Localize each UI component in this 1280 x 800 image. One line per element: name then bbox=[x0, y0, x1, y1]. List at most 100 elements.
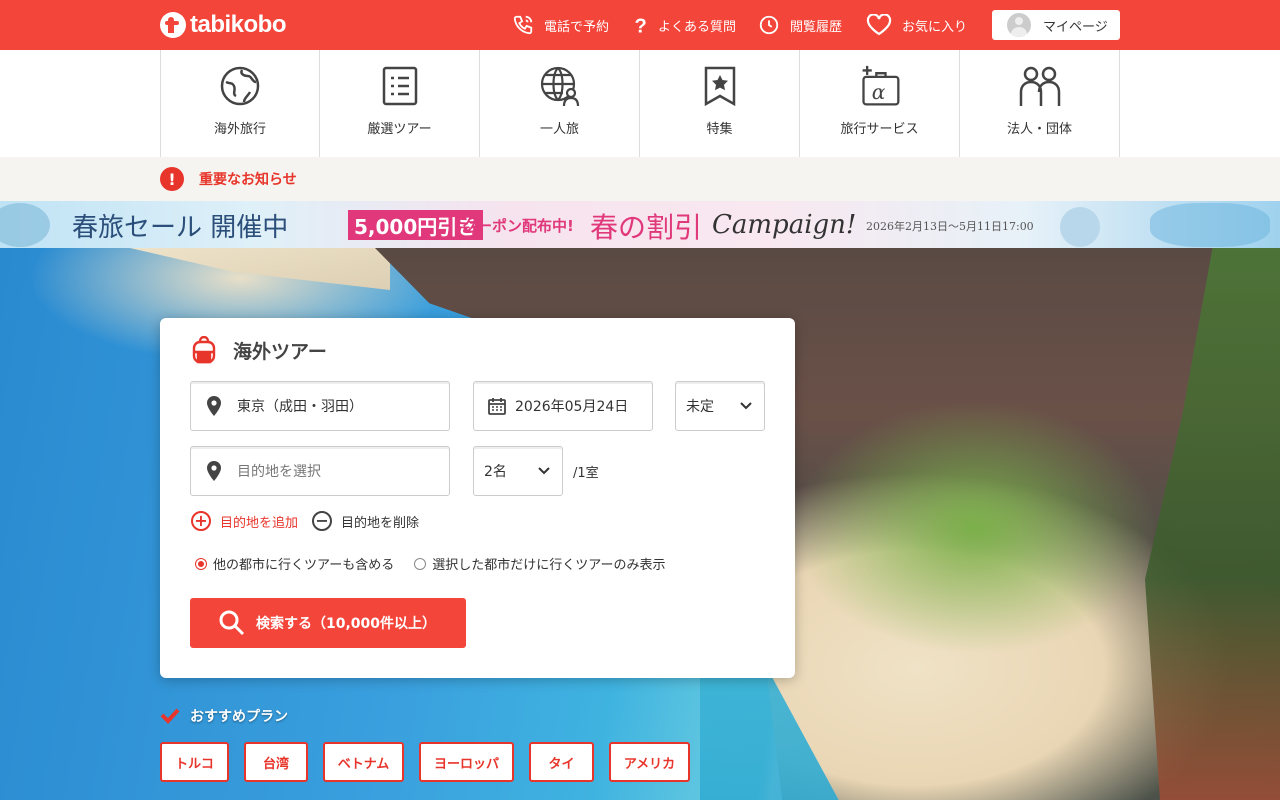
chip-america[interactable]: アメリカ bbox=[609, 742, 690, 782]
category-overseas-label: 海外旅行 bbox=[213, 122, 266, 137]
radio-selected-icon bbox=[195, 557, 207, 570]
group-icon bbox=[1019, 66, 1060, 106]
recommended-chips: トルコ 台湾 ベトナム ヨーロッパ タイ アメリカ bbox=[160, 742, 705, 782]
remove-destination-button[interactable]: − 目的地を削除 bbox=[312, 511, 419, 531]
faq-label: よくある質問 bbox=[658, 19, 737, 35]
chevron-down-icon bbox=[740, 402, 752, 410]
selected-cities-only-label: 選択した都市だけに行くツアーのみ表示 bbox=[432, 558, 666, 573]
location-pin-icon bbox=[207, 461, 221, 481]
date-value: 2026年05月24日 bbox=[515, 399, 629, 415]
category-selected-tours-label: 厳選ツアー bbox=[367, 122, 432, 137]
category-corporate-group-label: 法人・団体 bbox=[1006, 122, 1072, 137]
category-features-label: 特集 bbox=[706, 122, 733, 137]
category-overseas[interactable]: 海外旅行 bbox=[160, 50, 320, 157]
search-button[interactable]: 検索する（10,000件以上） bbox=[190, 598, 466, 648]
heart-icon bbox=[866, 14, 892, 36]
svg-text:?: ? bbox=[635, 15, 647, 36]
top-header: tabikobo 電話で予約 ? よくある質問 閲覧履歴 お気に入り マイページ bbox=[0, 0, 1280, 50]
category-travel-service-label: 旅行サービス bbox=[840, 122, 919, 137]
suitcase-plus-icon: α bbox=[861, 65, 899, 106]
list-icon bbox=[382, 66, 417, 106]
globe-face-icon bbox=[220, 66, 260, 106]
banner-period: 2026年2月13日〜5月11日17:00 bbox=[866, 220, 1034, 233]
plus-circle-icon: + bbox=[191, 511, 211, 531]
important-notice-link[interactable]: ! 重要なお知らせ bbox=[160, 167, 297, 191]
backpack-icon bbox=[192, 336, 216, 364]
faq-link[interactable]: ? よくある質問 bbox=[632, 0, 737, 50]
globe-person-icon bbox=[540, 66, 579, 107]
radio-unselected-icon bbox=[414, 557, 427, 570]
chip-turkey[interactable]: トルコ bbox=[160, 742, 229, 782]
destination-field[interactable]: 目的地を選択 bbox=[190, 446, 450, 496]
nights-value: 未定 bbox=[686, 399, 714, 415]
banner-campaign: Campaign! bbox=[712, 210, 857, 240]
favorites-label: お気に入り bbox=[902, 19, 968, 35]
tour-search-card: 海外ツアー 東京（成田・羽田） 2026年05月24日 未定 目的地を選択 2名… bbox=[160, 318, 795, 678]
banner-decoration-right bbox=[1150, 203, 1270, 247]
add-destination-button[interactable]: + 目的地を追加 bbox=[191, 511, 298, 531]
date-field[interactable]: 2026年05月24日 bbox=[473, 381, 653, 431]
banner-title: 春旅セール 開催中 bbox=[72, 213, 289, 243]
location-pin-icon bbox=[207, 396, 221, 416]
category-solo-travel-label: 一人旅 bbox=[539, 122, 579, 137]
room-label: /1室 bbox=[573, 466, 599, 481]
mypage-button[interactable]: マイページ bbox=[992, 10, 1120, 40]
logo-mark-icon bbox=[160, 12, 186, 38]
phone-icon bbox=[513, 15, 533, 35]
mypage-label: マイページ bbox=[1043, 19, 1108, 35]
recommended-title: おすすめプラン bbox=[160, 706, 288, 726]
check-icon bbox=[160, 708, 180, 724]
chip-vietnam[interactable]: ベトナム bbox=[323, 742, 404, 782]
banner-coupon: クーポン配布中! bbox=[462, 217, 574, 235]
destination-placeholder: 目的地を選択 bbox=[237, 464, 321, 480]
alert-icon: ! bbox=[160, 167, 184, 191]
avatar-icon bbox=[1007, 13, 1031, 37]
history-label: 閲覧履歴 bbox=[790, 19, 843, 35]
chevron-down-icon bbox=[538, 467, 550, 475]
people-select[interactable]: 2名 bbox=[473, 446, 563, 496]
remove-destination-label: 目的地を削除 bbox=[341, 515, 420, 531]
selected-cities-only-radio[interactable]: 選択した都市だけに行くツアーのみ表示 bbox=[414, 554, 665, 573]
phone-reserve-link[interactable]: 電話で予約 bbox=[512, 0, 609, 50]
category-features[interactable]: 特集 bbox=[640, 50, 800, 157]
category-corporate-group[interactable]: 法人・団体 bbox=[960, 50, 1120, 157]
departure-field[interactable]: 東京（成田・羽田） bbox=[190, 381, 450, 431]
search-icon bbox=[219, 610, 245, 636]
category-selected-tours[interactable]: 厳選ツアー bbox=[320, 50, 480, 157]
history-link[interactable]: 閲覧履歴 bbox=[758, 0, 842, 50]
search-card-title: 海外ツアー bbox=[191, 336, 327, 364]
people-value: 2名 bbox=[484, 464, 507, 480]
campaign-banner[interactable]: 春旅セール 開催中 5,000円引き クーポン配布中! 春の割引 Campaig… bbox=[0, 201, 1280, 248]
svg-text:α: α bbox=[871, 80, 885, 104]
include-other-cities-radio[interactable]: 他の都市に行くツアーも含める bbox=[195, 554, 394, 573]
category-travel-service[interactable]: α 旅行サービス bbox=[800, 50, 960, 157]
add-destination-label: 目的地を追加 bbox=[220, 515, 299, 531]
category-solo-travel[interactable]: 一人旅 bbox=[480, 50, 640, 157]
favorites-link[interactable]: お気に入り bbox=[866, 0, 967, 50]
search-title-text: 海外ツアー bbox=[233, 340, 327, 363]
tabikobo-logo[interactable]: tabikobo bbox=[160, 11, 287, 39]
calendar-icon bbox=[488, 398, 506, 415]
destination-actions: + 目的地を追加 − 目的地を削除 bbox=[191, 511, 433, 531]
city-filter-options: 他の都市に行くツアーも含める 選択した都市だけに行くツアーのみ表示 bbox=[195, 554, 685, 573]
recommended-title-text: おすすめプラン bbox=[190, 709, 288, 725]
include-other-cities-label: 他の都市に行くツアーも含める bbox=[213, 558, 395, 573]
banner-decoration-tower bbox=[1060, 207, 1100, 247]
banner-decoration-left bbox=[0, 203, 50, 247]
chip-taiwan[interactable]: 台湾 bbox=[244, 742, 308, 782]
notice-bar: ! 重要なお知らせ bbox=[0, 157, 1280, 201]
hero-beach bbox=[130, 248, 390, 290]
departure-value: 東京（成田・羽田） bbox=[237, 399, 363, 415]
minus-circle-icon: − bbox=[312, 511, 333, 531]
chip-thailand[interactable]: タイ bbox=[529, 742, 594, 782]
chip-europe[interactable]: ヨーロッパ bbox=[419, 742, 514, 782]
question-icon: ? bbox=[635, 15, 647, 36]
clock-icon bbox=[759, 15, 779, 35]
star-bookmark-icon bbox=[704, 66, 735, 107]
nights-select[interactable]: 未定 bbox=[675, 381, 765, 431]
phone-reserve-label: 電話で予約 bbox=[544, 19, 610, 35]
logo-text: tabikobo bbox=[190, 11, 287, 38]
notice-text: 重要なお知らせ bbox=[199, 172, 297, 188]
category-nav: 海外旅行 厳選ツアー 一人旅 特集 α 旅行サービス 法人・団体 bbox=[160, 50, 1120, 157]
search-button-label: 検索する（10,000件以上） bbox=[256, 616, 437, 632]
